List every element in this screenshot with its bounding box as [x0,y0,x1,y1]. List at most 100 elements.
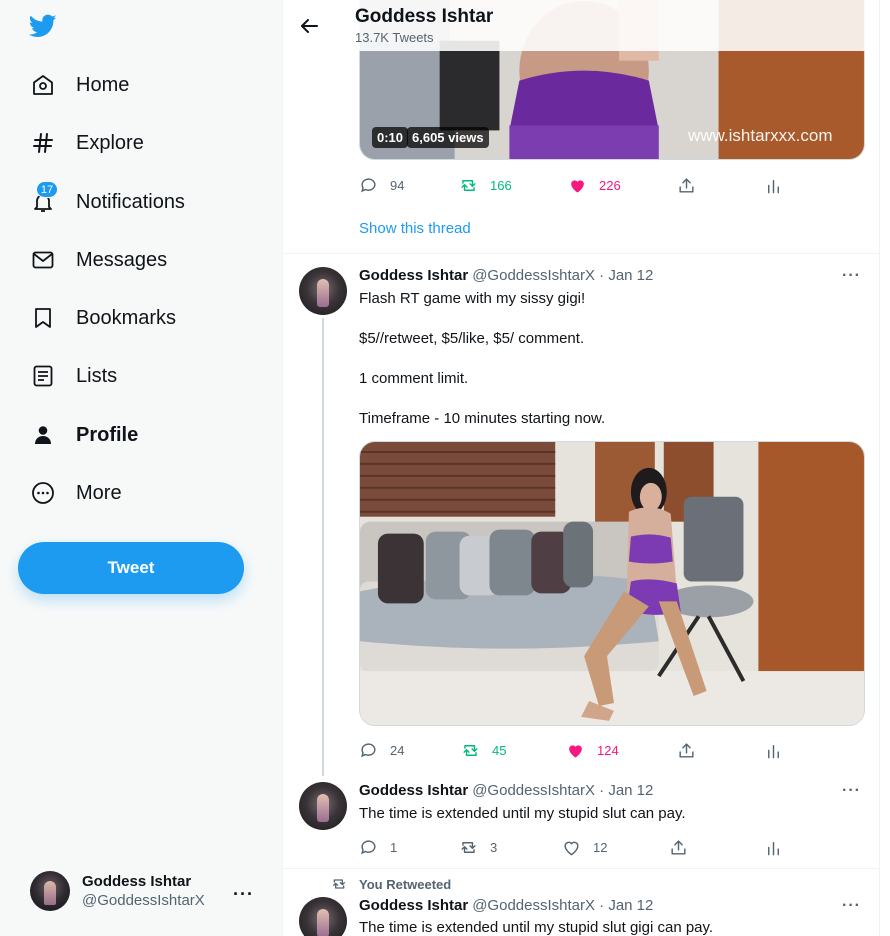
retweet-button[interactable]: 166 [459,174,512,196]
analytics-button[interactable] [764,174,783,196]
video-views: 6,605 views [407,127,489,148]
reply-icon [361,177,376,192]
tweet2-more-icon[interactable]: ··· [842,267,861,285]
retweet-button[interactable]: 45 [461,739,506,761]
nav-more-label: More [76,481,122,504]
share-button[interactable] [677,174,696,196]
video-watermark: www.ishtarxxx.com [688,126,833,145]
nav-messages-label: Messages [76,248,168,271]
like-count: 12 [593,839,608,855]
tweet2-avatar[interactable] [299,267,347,315]
reply-button[interactable]: 1 [359,836,397,858]
retweet-icon [461,179,476,191]
tweet3-author[interactable]: Goddess Ishtar [359,782,468,799]
nav-notifications-label: Notifications [76,190,185,213]
retweet-count: 45 [492,742,507,758]
like-button[interactable]: 124 [566,739,619,761]
tweet4-header: Goddess Ishtar @GoddessIshtarX · Jan 12 [359,897,653,914]
like-button[interactable]: 226 [568,174,621,196]
tweet4-text: The time is extended until my stupid slu… [359,919,714,936]
photo-image [360,442,864,725]
tweet3-header: Goddess Ishtar @GoddessIshtarX · Jan 12 [359,782,653,799]
heart-icon [564,841,579,855]
nav-lists[interactable]: Lists [18,351,129,401]
tweet3-actions: 1 3 12 [359,836,789,858]
tweet3-text: The time is extended until my stupid slu… [359,805,686,822]
reply-count: 94 [390,177,405,193]
tweet3-handle-date[interactable]: @GoddessIshtarX · Jan 12 [472,782,653,799]
nav-more[interactable]: More [18,468,134,518]
account-more-icon[interactable]: ··· [233,884,254,905]
nav-explore[interactable]: Explore [18,118,156,168]
nav-messages[interactable]: Messages [18,235,179,285]
retweet-icon [463,744,478,756]
retweet-icon [333,879,345,889]
reply-button[interactable]: 94 [359,174,404,196]
analytics-button[interactable] [764,739,783,761]
thread-connector [322,318,324,776]
notifications-badge: 17 [36,181,58,198]
sidebar: Home Explore 17 Notifications Messages B… [0,0,282,936]
tweet2-author[interactable]: Goddess Ishtar [359,267,468,284]
share-icon [679,742,694,758]
nav-notifications[interactable]: 17 Notifications [18,177,197,227]
tweet2-actions: 24 45 124 [359,739,789,761]
account-switcher[interactable]: Goddess Ishtar @GoddessIshtarX ··· [20,862,270,920]
like-count: 226 [599,177,621,193]
nav-home-label: Home [76,73,130,96]
page-title: Goddess Ishtar [355,6,494,27]
analytics-button[interactable] [764,836,783,858]
account-handle: @GoddessIshtarX [82,892,205,909]
retweet-button[interactable]: 3 [459,836,497,858]
retweet-icon [461,841,476,853]
envelope-icon [30,247,56,273]
tweet3-avatar[interactable] [299,782,347,830]
account-name: Goddess Ishtar [82,873,192,890]
avatar [30,871,70,911]
reply-count: 1 [390,839,398,855]
retweet-count: 3 [490,839,498,855]
retweeted-text: You Retweeted [359,876,452,892]
reply-count: 24 [390,742,405,758]
tweet2-handle-date[interactable]: @GoddessIshtarX · Jan 12 [472,267,653,284]
retweeted-label: You Retweeted [331,876,451,892]
analytics-icon [768,841,779,855]
tweet2-text: $5//retweet, $5/like, $5/ comment. [359,330,585,347]
tweet4-avatar[interactable] [299,897,347,936]
bell-icon: 17 [30,181,58,215]
retweet-count: 166 [490,177,512,193]
video-duration: 0:10 [372,127,409,148]
tweet-button[interactable]: Tweet [18,542,244,594]
like-button[interactable]: 12 [562,836,607,858]
hashtag-icon [30,130,56,156]
nav-bookmarks-label: Bookmarks [76,306,177,329]
tweet2-text: 1 comment limit. [359,370,469,387]
tweet4-author[interactable]: Goddess Ishtar [359,897,468,914]
show-thread-link[interactable]: Show this thread [359,220,471,237]
home-icon [30,72,56,98]
twitter-bird-icon[interactable] [28,12,58,40]
share-button[interactable] [677,739,696,761]
tweet1-actions: 94 166 226 [359,174,789,196]
share-button[interactable] [669,836,688,858]
analytics-icon [768,179,779,193]
back-arrow-icon[interactable] [297,14,321,38]
nav-profile-label: Profile [76,423,139,446]
nav-home[interactable]: Home [18,60,141,110]
share-icon [679,177,694,193]
more-circle-icon [30,480,56,506]
nav-profile[interactable]: Profile [18,410,150,460]
tweet3-more-icon[interactable]: ··· [842,782,861,800]
person-icon [30,422,56,448]
tweet4-more-icon[interactable]: ··· [842,897,861,915]
analytics-icon [768,744,779,758]
reply-button[interactable]: 24 [359,739,404,761]
reply-icon [361,839,376,854]
nav-bookmarks[interactable]: Bookmarks [18,293,188,343]
reply-icon [361,742,376,757]
heart-icon [569,744,582,758]
tweet4-handle-date[interactable]: @GoddessIshtarX · Jan 12 [472,897,653,914]
tweet2-photo[interactable] [359,441,865,726]
profile-header: Goddess Ishtar 13.7K Tweets [283,0,879,51]
nav-explore-label: Explore [76,131,144,154]
